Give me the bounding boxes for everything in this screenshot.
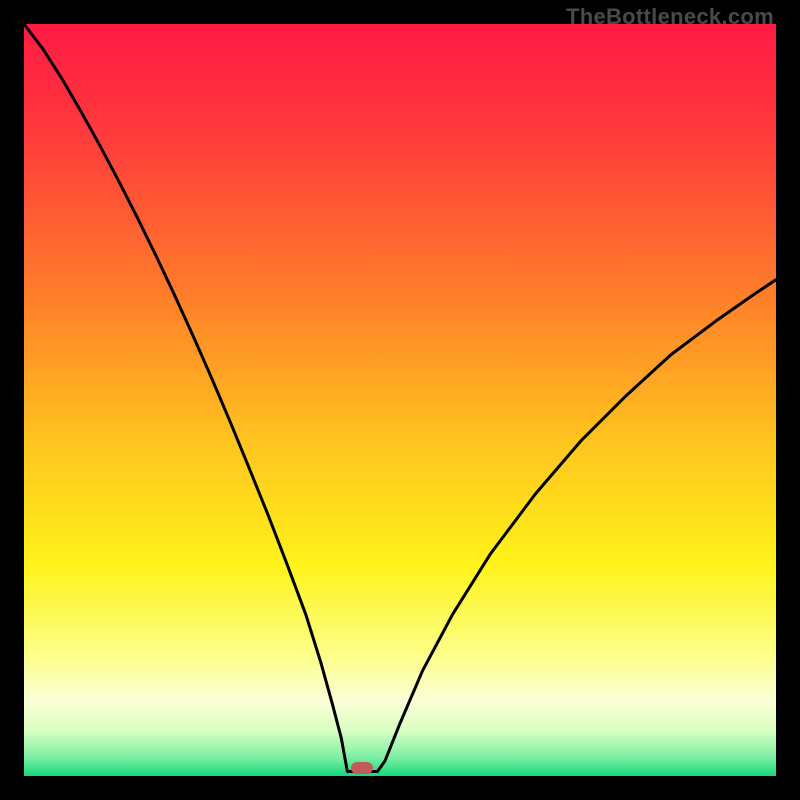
plot-background (24, 24, 776, 776)
chart-frame: TheBottleneck.com (0, 0, 800, 800)
chart-plot (24, 24, 776, 776)
optimal-point-marker (351, 762, 373, 774)
watermark-text: TheBottleneck.com (566, 4, 774, 30)
